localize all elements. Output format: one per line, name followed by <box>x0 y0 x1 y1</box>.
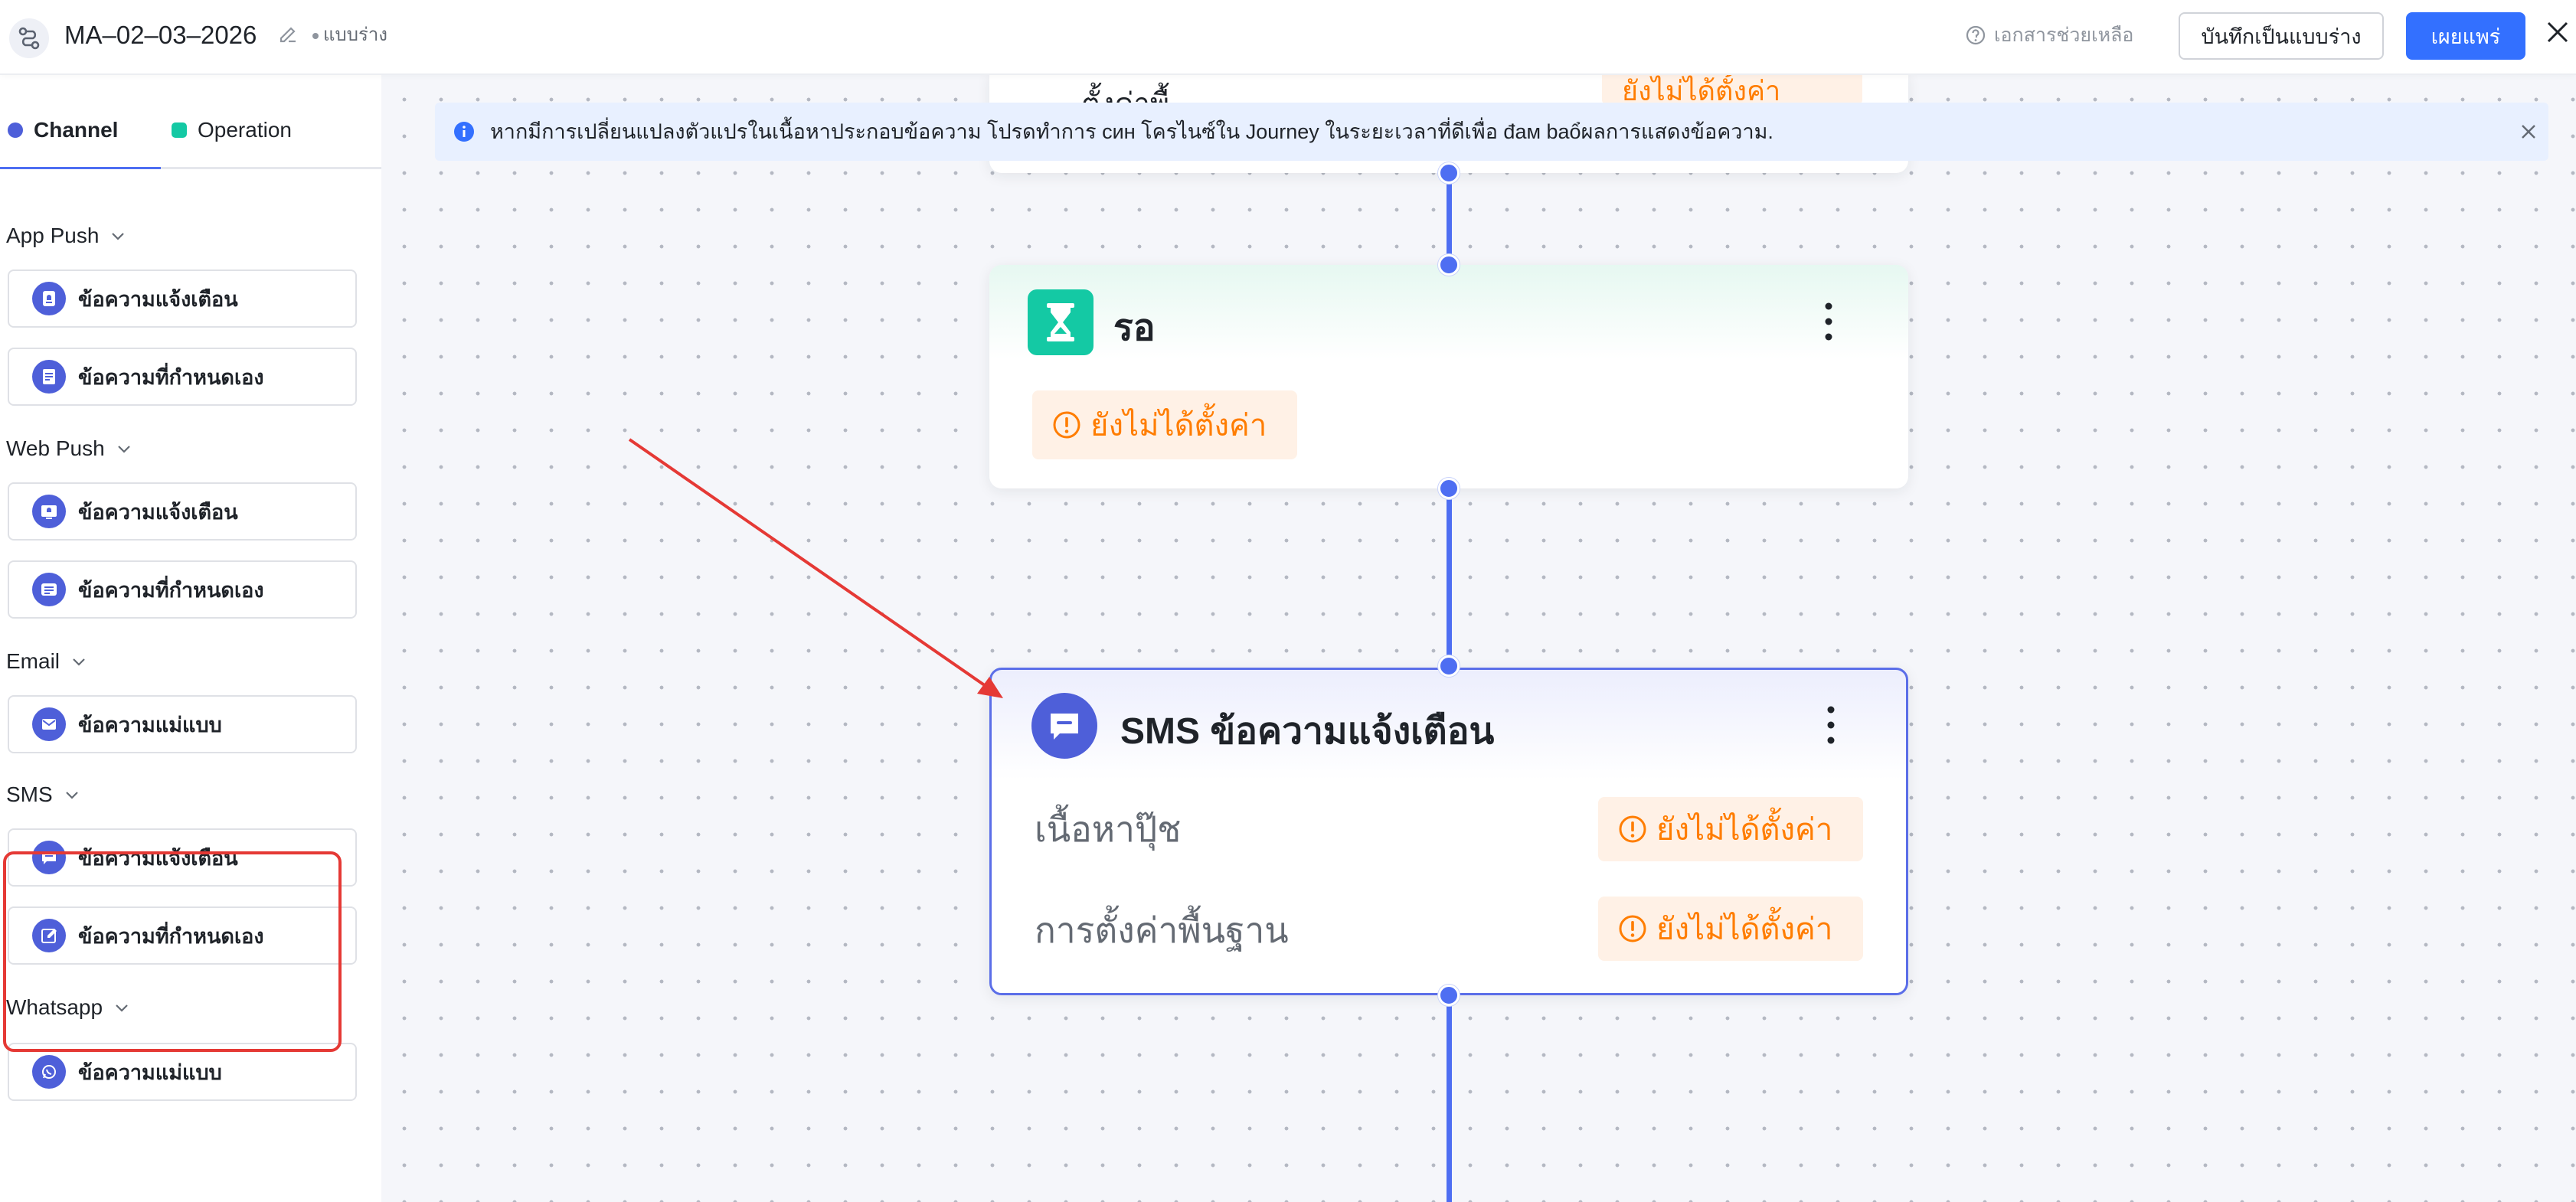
not-configured-badge: ยังไม่ได้ตั้งค่า <box>1602 75 1862 106</box>
more-menu-icon[interactable] <box>1825 704 1837 746</box>
group-app-push[interactable]: App Push <box>6 224 126 248</box>
group-label: Email <box>6 649 60 673</box>
edit-title-icon[interactable] <box>277 23 299 48</box>
palette-item-label: ข้อความแม่แบบ <box>78 1060 222 1084</box>
warning-text: ยังไม่ได้ตั้งค่า <box>1656 913 1833 946</box>
chevron-down-icon <box>112 233 125 240</box>
journey-canvas[interactable] <box>381 73 2576 1202</box>
wait-node-title: รอ <box>1113 308 1156 348</box>
tab-operation[interactable]: Operation <box>172 118 292 142</box>
active-tab-indicator <box>0 167 161 169</box>
group-label: SMS <box>6 782 53 806</box>
palette-item-whatsapp-template[interactable]: ข้อความแม่แบบ <box>8 1043 357 1101</box>
chevron-down-icon <box>73 658 85 666</box>
group-label: App Push <box>6 224 100 247</box>
warning-circle-icon <box>1053 411 1080 439</box>
group-label: Web Push <box>6 436 105 460</box>
connection-port[interactable] <box>1438 985 1460 1006</box>
palette-tabs: Channel Operation <box>0 73 381 173</box>
info-icon <box>454 122 474 142</box>
push-content-label: เนื้อหาปุ๊ช <box>1035 809 1182 849</box>
not-configured-badge[interactable]: ยังไม่ได้ตั้งค่า <box>1598 897 1863 961</box>
tab-divider <box>0 167 381 169</box>
help-icon <box>1966 25 1986 45</box>
warning-circle-icon <box>1619 915 1646 942</box>
palette-item-app-push-custom[interactable]: ข้อความที่กำหนดเอง <box>8 348 357 406</box>
status-dot <box>312 32 319 39</box>
chevron-down-icon <box>117 446 130 453</box>
journey-flow-icon[interactable] <box>9 18 49 58</box>
palette-item-sms-notification[interactable]: ข้อความแจ้งเตือน <box>8 828 357 887</box>
palette-item-app-push-notification[interactable]: ข้อความแจ้งเตือน <box>8 269 357 328</box>
connector-edge <box>1447 173 1452 265</box>
chevron-down-icon <box>65 792 78 799</box>
journey-title: MA–02–03–2026 <box>64 21 257 49</box>
palette-item-label: ข้อความแม่แบบ <box>78 713 222 737</box>
warning-text: ยังไม่ได้ตั้งค่า <box>1090 409 1267 443</box>
sync-info-banner: หากมีการเปลี่ยนแปลงตัวแปรในเนื้อหาประกอบ… <box>435 103 2548 161</box>
tab-channel-label: Channel <box>34 118 119 142</box>
group-sms[interactable]: SMS <box>6 782 80 807</box>
connection-port[interactable] <box>1438 254 1460 276</box>
group-label: Whatsapp <box>6 995 103 1019</box>
not-configured-badge: ยังไม่ได้ตั้งค่า <box>1032 390 1297 459</box>
group-web-push[interactable]: Web Push <box>6 436 132 461</box>
palette-item-label: ข้อความแจ้งเตือน <box>78 846 238 870</box>
help-label: เอกสารช่วยเหลือ <box>1994 24 2134 46</box>
not-configured-badge[interactable]: ยังไม่ได้ตั้งค่า <box>1598 797 1863 861</box>
save-draft-button[interactable]: บันทึกเป็นแบบร่าง <box>2179 12 2384 60</box>
palette-item-web-push-custom[interactable]: ข้อความที่กำหนดเอง <box>8 560 357 619</box>
tab-channel[interactable]: Channel <box>8 118 118 142</box>
warning-circle-icon <box>1619 815 1646 843</box>
palette-item-email-template[interactable]: ข้อความแม่แบบ <box>8 695 357 753</box>
whatsapp-icon <box>32 1055 66 1089</box>
node-palette-sidebar: Channel Operation App Push ข้อความแจ้งเต… <box>0 73 381 1202</box>
banner-message: หากมีการเปลี่ยนแปลงตัวแปรในเนื้อหาประกอบ… <box>490 120 1773 143</box>
connection-port[interactable] <box>1438 162 1460 184</box>
chat-bubble-icon <box>32 841 66 874</box>
close-icon[interactable] <box>2544 18 2571 50</box>
connector-edge <box>1447 995 1452 1202</box>
chevron-down-icon <box>116 1004 128 1012</box>
connection-port[interactable] <box>1438 655 1460 677</box>
palette-item-label: ข้อความที่กำหนดเอง <box>78 365 264 389</box>
top-bar: MA–02–03–2026 แบบร่าง เอกสารช่วยเหลือ บั… <box>0 0 2576 75</box>
group-email[interactable]: Email <box>6 649 87 674</box>
document-icon <box>32 360 66 394</box>
more-menu-icon[interactable] <box>1822 300 1835 343</box>
draft-status: แบบร่าง <box>312 23 387 47</box>
palette-item-sms-custom[interactable]: ข้อความที่กำหนดเอง <box>8 906 357 965</box>
palette-item-label: ข้อความที่กำหนดเอง <box>78 924 264 948</box>
chat-bubble-icon <box>1031 693 1097 759</box>
status-text: แบบร่าง <box>323 24 388 45</box>
palette-item-label: ข้อความแจ้งเตือน <box>78 287 238 311</box>
connector-edge <box>1447 488 1452 668</box>
wait-node-card[interactable]: รอ ยังไม่ได้ตั้งค่า <box>989 265 1908 488</box>
bell-message-icon <box>32 282 66 315</box>
palette-item-label: ข้อความที่กำหนดเอง <box>78 578 264 602</box>
tab-operation-label: Operation <box>198 118 292 142</box>
bell-message-icon <box>32 495 66 528</box>
edit-message-icon <box>32 919 66 952</box>
connection-port[interactable] <box>1438 478 1460 499</box>
basic-settings-label: การตั้งค่าพื้นฐาน <box>1035 910 1289 950</box>
hourglass-icon <box>1028 289 1093 355</box>
palette-item-web-push-notification[interactable]: ข้อความแจ้งเตือน <box>8 482 357 541</box>
palette-item-label: ข้อความแจ้งเตือน <box>78 500 238 524</box>
operation-dot <box>172 122 187 138</box>
warning-text: ยังไม่ได้ตั้งค่า <box>1656 813 1833 847</box>
text-lines-icon <box>32 573 66 606</box>
close-banner-icon[interactable] <box>2518 121 2539 142</box>
sms-node-title: SMS ข้อความแจ้งเตือน <box>1120 711 1495 752</box>
mail-icon <box>32 707 66 741</box>
sms-notification-node-card[interactable]: SMS ข้อความแจ้งเตือน เนื้อหาปุ๊ช ยังไม่ไ… <box>989 668 1908 995</box>
channel-dot <box>8 122 23 138</box>
group-whatsapp[interactable]: Whatsapp <box>6 995 130 1020</box>
publish-button[interactable]: เผยแพร่ <box>2406 12 2525 60</box>
help-docs-link[interactable]: เอกสารช่วยเหลือ <box>1965 21 2133 49</box>
